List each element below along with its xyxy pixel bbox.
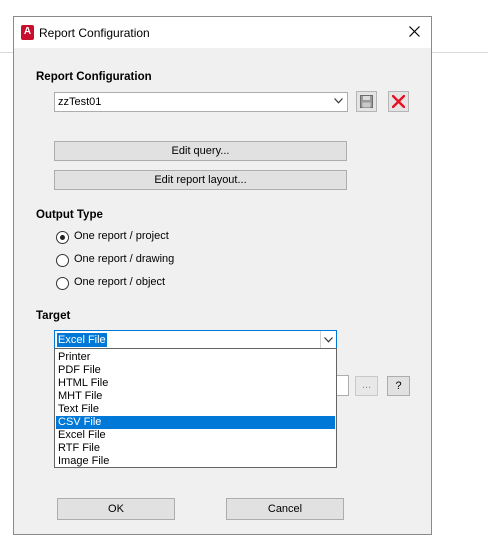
delete-report-button[interactable] — [388, 91, 409, 112]
report-configuration-dialog: A Report Configuration Report Configurat… — [13, 16, 432, 535]
output-type-label: Output Type — [36, 209, 103, 221]
report-select-value: zzTest01 — [58, 96, 102, 108]
target-option-mht[interactable]: MHT File — [56, 390, 335, 403]
titlebar: A Report Configuration — [14, 17, 431, 48]
target-option-excel[interactable]: Excel File — [56, 429, 335, 442]
target-select-value: Excel File — [57, 333, 107, 347]
ok-button[interactable]: OK — [57, 498, 175, 520]
close-button[interactable] — [399, 17, 431, 48]
target-option-pdf[interactable]: PDF File — [56, 364, 335, 377]
chevron-down-icon — [324, 337, 333, 343]
floppy-save-icon — [360, 95, 373, 108]
help-button[interactable]: ? — [387, 376, 410, 396]
radio-one-report-object-label: One report / object — [74, 276, 166, 288]
target-option-text[interactable]: Text File — [56, 403, 335, 416]
radio-indicator — [56, 254, 69, 267]
target-dropdown-toggle[interactable] — [320, 331, 336, 348]
target-option-csv[interactable]: CSV File — [56, 416, 335, 429]
radio-selected-indicator — [56, 231, 69, 244]
target-option-image[interactable]: Image File — [56, 455, 335, 468]
target-option-rtf[interactable]: RTF File — [56, 442, 335, 455]
window-title: Report Configuration — [39, 26, 150, 40]
report-configuration-label: Report Configuration — [36, 71, 152, 83]
target-dropdown-list: Printer PDF File HTML File MHT File Text… — [54, 348, 337, 468]
radio-one-report-project-label: One report / project — [74, 230, 169, 242]
report-select[interactable]: zzTest01 — [54, 92, 348, 112]
red-x-delete-icon — [392, 95, 405, 108]
radio-indicator — [56, 277, 69, 290]
target-option-printer[interactable]: Printer — [56, 351, 335, 364]
target-label: Target — [36, 310, 71, 322]
radio-one-report-drawing-label: One report / drawing — [74, 253, 175, 265]
edit-report-layout-button[interactable]: Edit report layout... — [54, 170, 347, 190]
autocad-app-icon: A — [21, 25, 34, 40]
target-option-html[interactable]: HTML File — [56, 377, 335, 390]
target-select[interactable]: Excel File — [54, 330, 337, 349]
cancel-button[interactable]: Cancel — [226, 498, 344, 520]
chevron-down-icon — [334, 98, 343, 104]
close-icon — [409, 26, 420, 37]
edit-query-button[interactable]: Edit query... — [54, 141, 347, 161]
browse-button[interactable]: ... — [355, 376, 378, 396]
save-report-button[interactable] — [356, 91, 377, 112]
